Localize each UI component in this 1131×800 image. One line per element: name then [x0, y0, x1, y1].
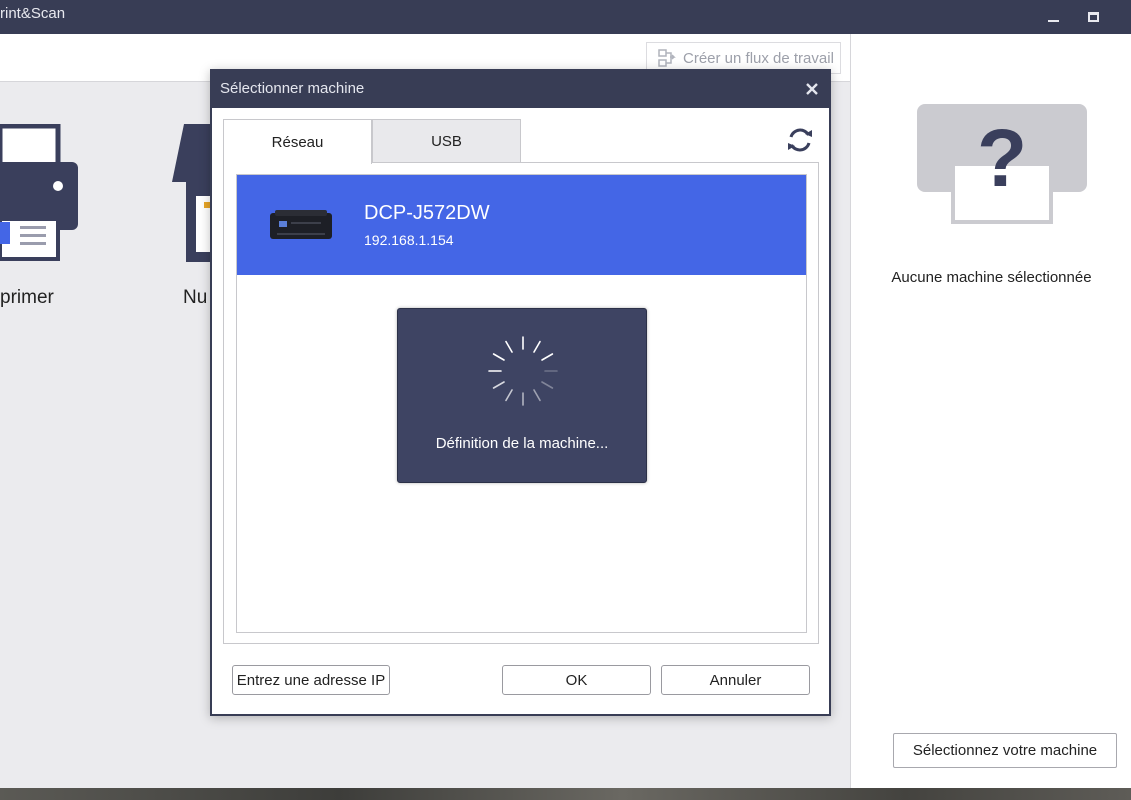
- workflow-icon: [658, 49, 676, 67]
- select-machine-dialog: Sélectionner machine Réseau USB DCP-J572…: [210, 69, 831, 716]
- device-ip: 192.168.1.154: [364, 232, 454, 248]
- minimize-button[interactable]: [1033, 0, 1073, 34]
- svg-text:?: ?: [977, 113, 1027, 204]
- list-item[interactable]: DCP-J572DW 192.168.1.154: [237, 175, 806, 275]
- app-title-bar: rint&Scan: [0, 0, 1131, 34]
- close-icon: [806, 83, 818, 95]
- select-machine-button[interactable]: Sélectionnez votre machine: [893, 733, 1117, 768]
- enter-ip-button[interactable]: Entrez une adresse IP: [232, 665, 390, 695]
- progress-overlay: Définition de la machine...: [397, 308, 647, 483]
- dialog-close-button[interactable]: [802, 79, 822, 99]
- printer-icon[interactable]: [0, 124, 85, 264]
- dialog-title: Sélectionner machine: [220, 80, 365, 97]
- desktop-background: [0, 788, 1131, 800]
- tab-usb-label: USB: [431, 132, 462, 150]
- app-title: rint&Scan: [0, 5, 66, 22]
- minimize-icon: [1047, 20, 1059, 22]
- device-name: DCP-J572DW: [364, 202, 490, 224]
- ok-button[interactable]: OK: [502, 665, 651, 695]
- scan-tile-label[interactable]: Nu: [183, 287, 207, 309]
- print-tile-label[interactable]: primer: [0, 287, 54, 309]
- dialog-title-bar: Sélectionner machine: [212, 71, 829, 108]
- spinner-icon: [488, 336, 558, 406]
- create-workflow-label: Créer un flux de travail: [683, 49, 834, 67]
- refresh-button[interactable]: [784, 124, 816, 156]
- machine-panel: ? Aucune machine sélectionnée Sélectionn…: [850, 34, 1131, 788]
- no-machine-label: Aucune machine sélectionnée: [891, 269, 1092, 286]
- tab-usb[interactable]: USB: [372, 119, 521, 163]
- tab-network[interactable]: Réseau: [223, 119, 372, 164]
- scanner-icon[interactable]: [170, 122, 215, 262]
- maximize-button[interactable]: [1073, 0, 1113, 34]
- tab-network-label: Réseau: [271, 133, 324, 151]
- progress-text: Définition de la machine...: [435, 435, 609, 452]
- refresh-icon: [788, 128, 812, 152]
- question-printer-icon: ?: [917, 104, 1087, 224]
- printer-device-icon: [270, 210, 332, 239]
- cancel-button[interactable]: Annuler: [661, 665, 810, 695]
- device-list[interactable]: DCP-J572DW 192.168.1.154 Définition de l…: [236, 174, 807, 633]
- network-tab-panel: DCP-J572DW 192.168.1.154 Définition de l…: [223, 162, 819, 644]
- maximize-icon: [1087, 12, 1099, 22]
